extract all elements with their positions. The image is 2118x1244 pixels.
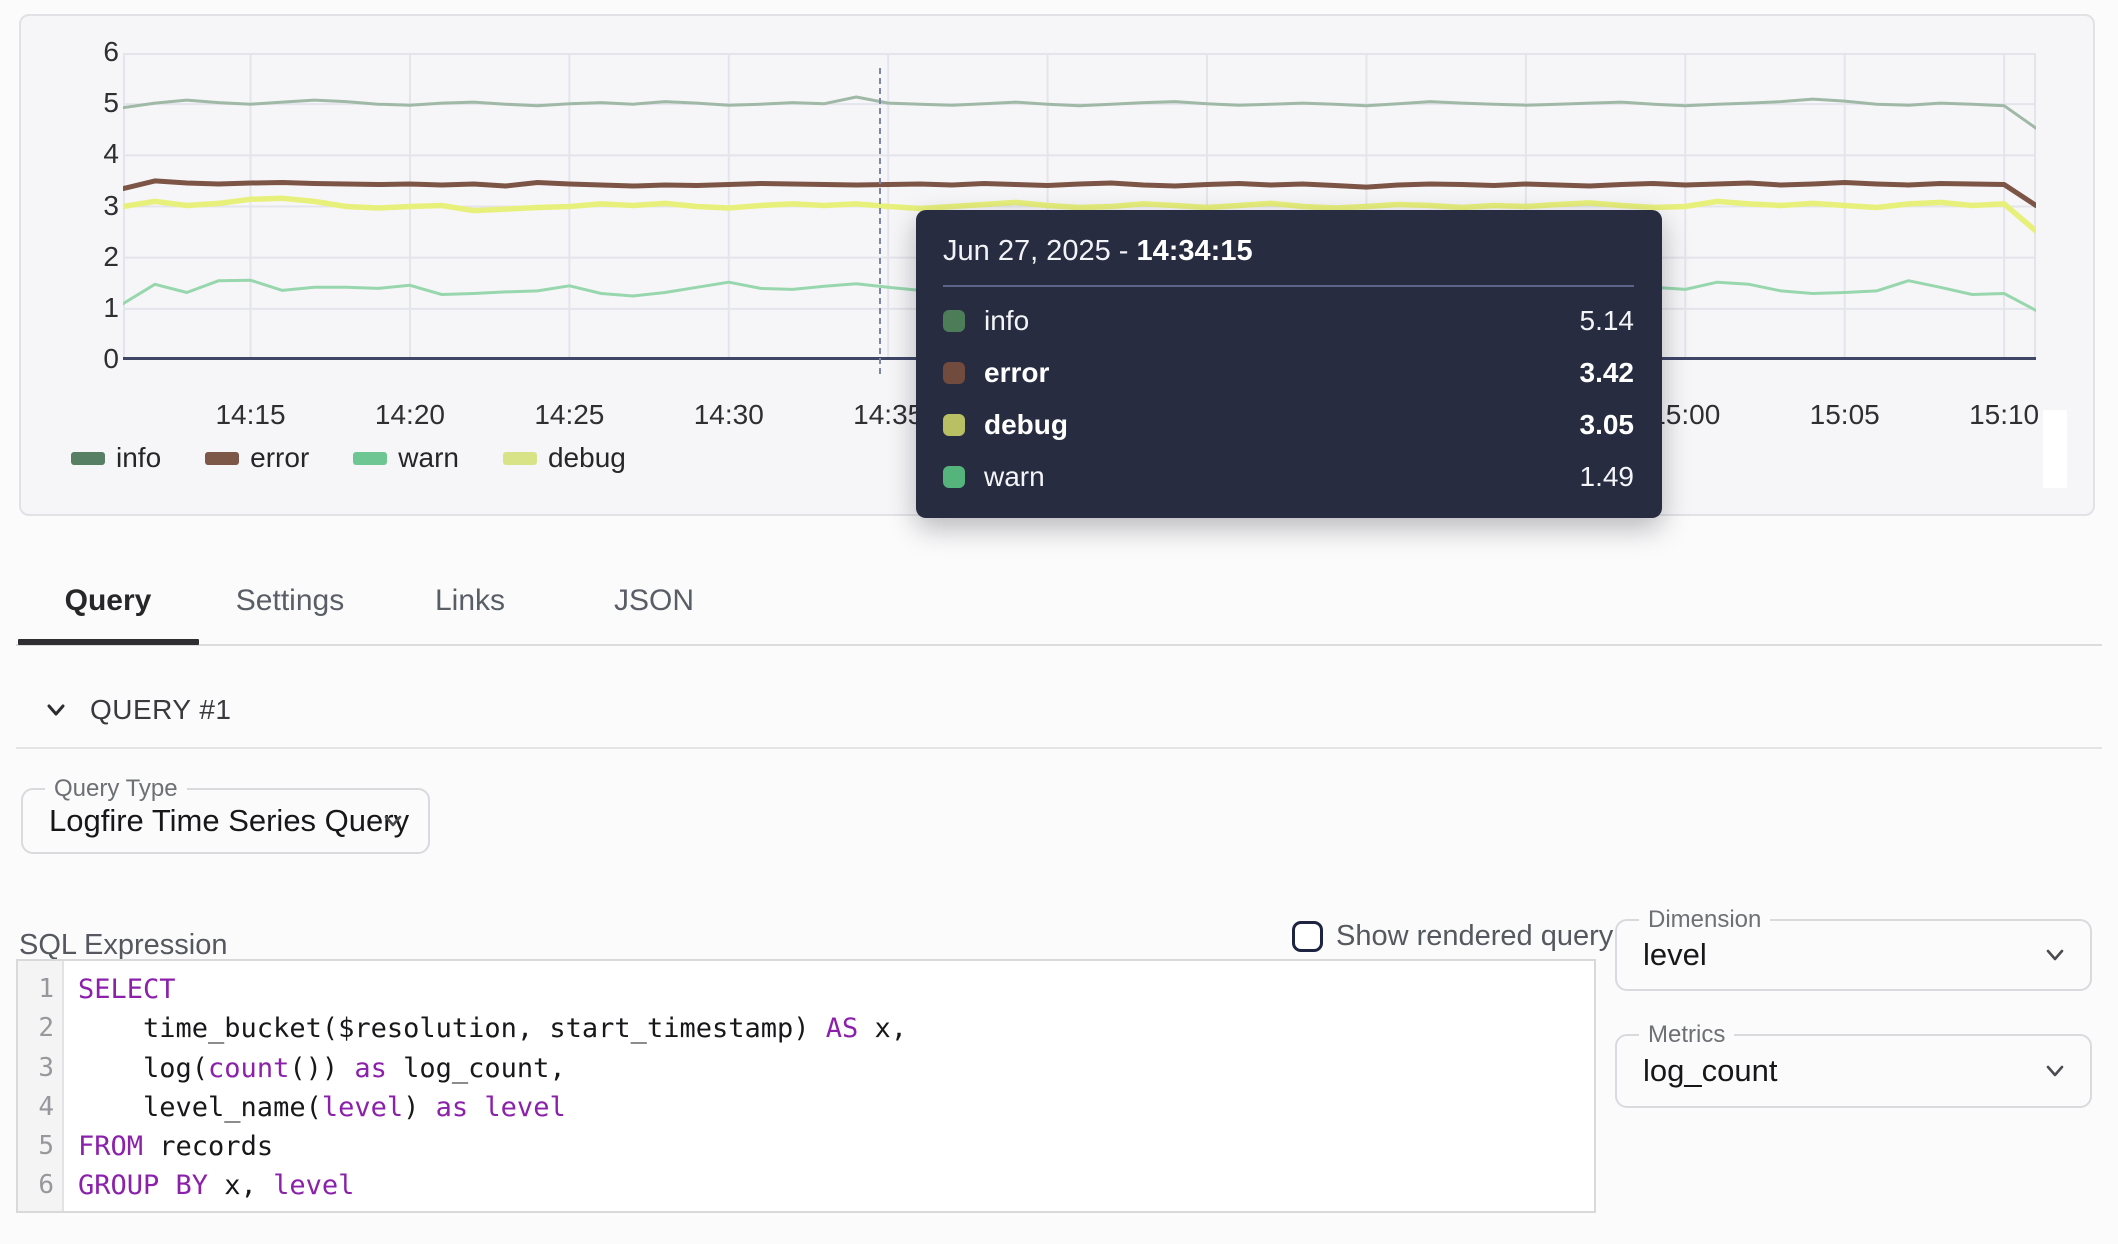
query-type-select[interactable]: Query Type Logfire Time Series Query: [21, 788, 430, 854]
code-line: FROM records: [78, 1127, 1594, 1166]
active-tab-underline: [18, 639, 199, 645]
query-section-title: QUERY #1: [90, 694, 231, 726]
tooltip-series-value: 3.05: [1580, 409, 1635, 441]
query-type-value: Logfire Time Series Query: [49, 803, 409, 839]
legend-swatch-error: [205, 452, 239, 465]
query-explorer-page: 0123456 14:1514:2014:2514:3014:3514:4014…: [0, 0, 2118, 1244]
legend-swatch-debug: [503, 452, 537, 465]
line-number: 5: [18, 1127, 62, 1166]
x-tick-label: 14:25: [509, 399, 629, 431]
metrics-select[interactable]: Metrics log_count: [1615, 1034, 2092, 1108]
tooltip-rows: info 5.14 error 3.42 debug 3.05 warn 1.49: [943, 295, 1634, 503]
tooltip-swatch-warn: [943, 466, 965, 488]
tooltip-series-label: warn: [984, 461, 1045, 493]
tab-bar-divider: [16, 644, 2102, 646]
sql-code-content[interactable]: SELECT time_bucket($resolution, start_ti…: [64, 961, 1594, 1211]
scrollbar-thumb[interactable]: [2043, 410, 2067, 488]
legend-label: info: [116, 442, 161, 474]
legend-item-info[interactable]: info: [71, 442, 161, 474]
line-number: 4: [18, 1088, 62, 1127]
tooltip-series-value: 1.49: [1580, 461, 1635, 493]
show-rendered-checkbox[interactable]: [1292, 921, 1323, 952]
tab-query[interactable]: Query: [65, 584, 152, 618]
legend-label: warn: [398, 442, 459, 474]
hover-cursor-line: [879, 68, 881, 374]
line-number-gutter: 123456: [18, 961, 64, 1211]
code-line: log(count()) as log_count,: [78, 1049, 1594, 1088]
y-tick-label: 2: [65, 241, 119, 273]
tooltip-timestamp: Jun 27, 2025 - 14:34:15: [943, 235, 1634, 268]
chevron-down-icon: [2040, 1056, 2070, 1086]
line-number: 3: [18, 1049, 62, 1088]
x-tick-label: 15:05: [1785, 399, 1905, 431]
metrics-value: log_count: [1643, 1053, 1777, 1089]
dimension-select[interactable]: Dimension level: [1615, 919, 2092, 991]
chart-legend: info error warn debug: [71, 442, 626, 474]
code-line: SELECT: [78, 970, 1594, 1009]
tooltip-swatch-debug: [943, 414, 965, 436]
legend-swatch-warn: [353, 452, 387, 465]
tooltip-row-warn: warn 1.49: [943, 451, 1634, 503]
x-tick-label: 14:15: [191, 399, 311, 431]
y-tick-label: 0: [65, 343, 119, 375]
show-rendered-label: Show rendered query: [1336, 920, 1613, 953]
dimension-label: Dimension: [1639, 906, 1770, 934]
tooltip-swatch-error: [943, 362, 965, 384]
code-line: time_bucket($resolution, start_timestamp…: [78, 1009, 1594, 1048]
x-tick-label: 14:30: [669, 399, 789, 431]
line-number: 1: [18, 970, 62, 1009]
y-tick-label: 1: [65, 292, 119, 324]
chevron-down-icon: [378, 806, 408, 836]
legend-label: debug: [548, 442, 626, 474]
tooltip-row-debug: debug 3.05: [943, 399, 1634, 451]
y-tick-label: 5: [65, 87, 119, 119]
chevron-down-icon: [40, 694, 72, 726]
dimension-value: level: [1643, 937, 1707, 973]
chart-tooltip: Jun 27, 2025 - 14:34:15 info 5.14 error 3.4…: [916, 210, 1662, 518]
legend-item-error[interactable]: error: [205, 442, 309, 474]
chevron-down-icon: [2040, 940, 2070, 970]
tooltip-series-value: 5.14: [1580, 305, 1635, 337]
line-number: 6: [18, 1166, 62, 1205]
sql-expression-label: SQL Expression: [19, 929, 227, 962]
tooltip-series-label: info: [984, 305, 1029, 337]
tooltip-series-label: error: [984, 357, 1049, 389]
tooltip-row-info: info 5.14: [943, 295, 1634, 347]
line-number: 2: [18, 1009, 62, 1048]
tab-settings[interactable]: Settings: [236, 584, 344, 618]
code-line: level_name(level) as level: [78, 1088, 1594, 1127]
tooltip-series-label: debug: [984, 409, 1068, 441]
show-rendered-query-toggle[interactable]: Show rendered query: [1292, 920, 1613, 953]
query-section-header[interactable]: QUERY #1: [40, 694, 231, 726]
tooltip-swatch-info: [943, 310, 965, 332]
tooltip-divider: [943, 285, 1634, 287]
legend-swatch-info: [71, 452, 105, 465]
sql-code-editor[interactable]: 123456 SELECT time_bucket($resolution, s…: [16, 959, 1596, 1213]
tooltip-series-value: 3.42: [1580, 357, 1635, 389]
x-tick-label: 14:20: [350, 399, 470, 431]
y-tick-label: 6: [65, 36, 119, 68]
tooltip-row-error: error 3.42: [943, 347, 1634, 399]
tab-links[interactable]: Links: [435, 584, 505, 618]
y-tick-label: 3: [65, 190, 119, 222]
query-type-label: Query Type: [45, 775, 187, 803]
section-divider: [16, 747, 2102, 749]
code-line: GROUP BY x, level: [78, 1166, 1594, 1205]
tab-json[interactable]: JSON: [614, 584, 694, 618]
metrics-label: Metrics: [1639, 1021, 1734, 1049]
y-tick-label: 4: [65, 138, 119, 170]
legend-label: error: [250, 442, 309, 474]
legend-item-debug[interactable]: debug: [503, 442, 626, 474]
legend-item-warn[interactable]: warn: [353, 442, 459, 474]
